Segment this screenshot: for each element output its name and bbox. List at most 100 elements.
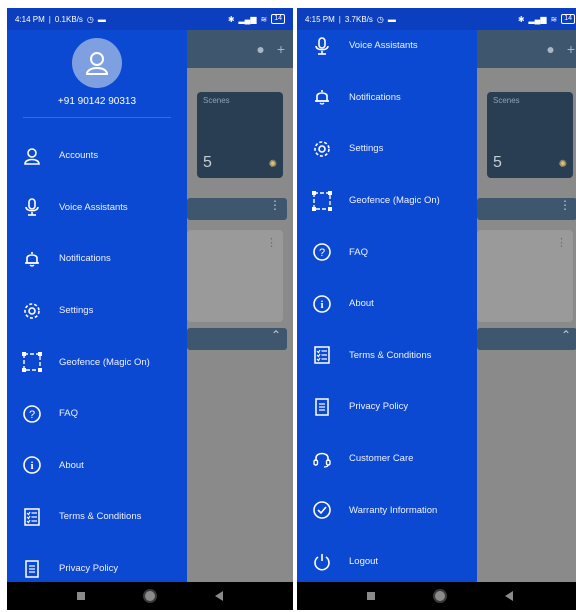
menu-item-label: Geofence (Magic On) bbox=[59, 356, 150, 368]
svg-text:i: i bbox=[320, 299, 323, 311]
background-topbar: ● + bbox=[187, 30, 293, 68]
menu-item-accounts[interactable]: Accounts bbox=[7, 130, 187, 182]
phone-number: +91 90142 90313 bbox=[57, 96, 137, 107]
user-icon bbox=[82, 48, 112, 78]
menu-item-label: Privacy Policy bbox=[349, 401, 409, 413]
menu-item-notifications[interactable]: Notifications bbox=[297, 72, 477, 124]
background-bar: ⋮ bbox=[187, 198, 287, 220]
menu-item-customer-care[interactable]: Customer Care bbox=[297, 433, 477, 485]
menu-item-label: Customer Care bbox=[349, 453, 414, 465]
menu-item-settings[interactable]: Settings bbox=[297, 123, 477, 175]
menu-item-about[interactable]: i About bbox=[7, 440, 187, 492]
menu-item-notifications[interactable]: Notifications bbox=[7, 233, 187, 285]
background-bar: ⌃ bbox=[187, 328, 287, 350]
scenes-label: Scenes bbox=[493, 96, 520, 105]
gear-icon bbox=[311, 138, 333, 160]
signal-icon: ▂▄▆ bbox=[238, 14, 257, 24]
checklist-icon bbox=[311, 344, 333, 366]
menu-item-logout[interactable]: Logout bbox=[297, 536, 477, 588]
badge-check-icon bbox=[311, 499, 333, 521]
android-nav-bar bbox=[7, 582, 293, 610]
back-button[interactable] bbox=[505, 591, 513, 601]
background-topbar: ● + bbox=[477, 30, 576, 68]
menu-item-label: About bbox=[349, 298, 374, 310]
menu-item-faq[interactable]: ? FAQ bbox=[297, 226, 477, 278]
menu-item-about[interactable]: i About bbox=[297, 278, 477, 330]
menu-item-terms-conditions[interactable]: Terms & Conditions bbox=[7, 491, 187, 543]
menu-item-terms-conditions[interactable]: Terms & Conditions bbox=[297, 330, 477, 382]
geofence-icon bbox=[311, 190, 333, 212]
drawer-menu: Voice Assistants Notifications Settings Geo… bbox=[297, 20, 477, 588]
info-icon: i bbox=[21, 454, 43, 476]
home-button[interactable] bbox=[435, 591, 445, 601]
menu-item-faq[interactable]: ? FAQ bbox=[7, 388, 187, 440]
menu-item-label: Logout bbox=[349, 556, 379, 568]
menu-item-geofence-magic-on[interactable]: Geofence (Magic On) bbox=[297, 175, 477, 227]
menu-item-geofence-magic-on[interactable]: Geofence (Magic On) bbox=[7, 336, 187, 388]
menu-item-label: Accounts bbox=[59, 150, 99, 162]
scenes-card: Scenes 5 ✺ bbox=[197, 92, 283, 178]
add-icon: + bbox=[566, 41, 575, 57]
back-button[interactable] bbox=[215, 591, 223, 601]
android-nav-bar bbox=[297, 582, 576, 610]
background-panel: ⋮ bbox=[187, 230, 283, 322]
add-icon: + bbox=[276, 41, 285, 57]
status-time: 4:14 PM bbox=[15, 14, 45, 24]
avatar[interactable] bbox=[72, 38, 122, 88]
status-bar: 4:14 PM | 0.1KB/s ◷ ▬ ✱ ▂▄▆ ≋ 14 bbox=[7, 8, 293, 30]
menu-item-settings[interactable]: Settings bbox=[7, 285, 187, 337]
geofence-icon bbox=[21, 351, 43, 373]
gear-icon bbox=[21, 300, 43, 322]
menu-item-label: Geofence (Magic On) bbox=[349, 195, 440, 207]
bell-icon: ● bbox=[546, 41, 555, 57]
question-icon: ? bbox=[311, 241, 333, 263]
background-app-overlay[interactable]: ● + Scenes 5 ✺ ⋮ ⋮ ⌃ bbox=[477, 30, 576, 582]
menu-item-privacy-policy[interactable]: Privacy Policy bbox=[297, 381, 477, 433]
scenes-label: Scenes bbox=[203, 96, 230, 105]
headset-icon bbox=[311, 448, 333, 470]
user-icon bbox=[21, 145, 43, 167]
wifi-icon: ≋ bbox=[260, 14, 268, 24]
sun-icon: ✺ bbox=[268, 159, 277, 170]
navigation-drawer: Voice Assistants Notifications Settings Geo… bbox=[297, 30, 477, 582]
scenes-count: 5 bbox=[203, 154, 212, 171]
document-icon bbox=[311, 396, 333, 418]
menu-item-label: Privacy Policy bbox=[59, 563, 119, 575]
menu-item-voice-assistants[interactable]: Voice Assistants bbox=[7, 182, 187, 234]
scenes-count: 5 bbox=[493, 154, 502, 171]
menu-item-label: Voice Assistants bbox=[349, 40, 418, 52]
message-icon: ▬ bbox=[97, 14, 106, 24]
bell-icon: ● bbox=[256, 41, 265, 57]
profile-header: +91 90142 90313 bbox=[7, 30, 187, 120]
recents-button[interactable] bbox=[77, 592, 85, 600]
menu-item-label: Voice Assistants bbox=[59, 201, 128, 213]
bluetooth-icon: ✱ bbox=[517, 14, 525, 24]
bell-icon bbox=[311, 86, 333, 108]
scenes-card: Scenes 5 ✺ bbox=[487, 92, 573, 178]
background-bar: ⌃ bbox=[477, 328, 576, 350]
divider bbox=[23, 117, 171, 118]
menu-item-warranty-information[interactable]: Warranty Information bbox=[297, 484, 477, 536]
signal-icon: ▂▄▆ bbox=[528, 14, 547, 24]
network-speed: 0.1KB/s bbox=[54, 14, 83, 24]
menu-item-label: Settings bbox=[349, 143, 384, 155]
menu-item-label: About bbox=[59, 459, 84, 471]
drawer-menu: Accounts Voice Assistants Notifications Set… bbox=[7, 130, 187, 594]
menu-item-voice-assistants[interactable]: Voice Assistants bbox=[297, 20, 477, 72]
svg-text:?: ? bbox=[29, 409, 35, 421]
document-icon bbox=[21, 558, 43, 580]
menu-item-label: Notifications bbox=[349, 91, 401, 103]
power-icon bbox=[311, 551, 333, 573]
bluetooth-icon: ✱ bbox=[227, 14, 235, 24]
recents-button[interactable] bbox=[367, 592, 375, 600]
home-button[interactable] bbox=[145, 591, 155, 601]
background-app-overlay[interactable]: ● + Scenes 5 ✺ ⋮ ⋮ ⌃ bbox=[187, 30, 293, 582]
microphone-icon bbox=[311, 35, 333, 57]
navigation-drawer: +91 90142 90313 Accounts Voice Assistants… bbox=[7, 30, 187, 582]
menu-item-label: Terms & Conditions bbox=[59, 511, 142, 523]
menu-item-label: FAQ bbox=[349, 246, 369, 258]
battery-icon: 14 bbox=[561, 14, 575, 24]
alarm-icon: ◷ bbox=[86, 14, 94, 24]
wifi-icon: ≋ bbox=[550, 14, 558, 24]
right-phone-screen: 4:15 PM | 3.7KB/s ◷ ▬ ✱ ▂▄▆ ≋ 14 ● + Sce… bbox=[297, 8, 576, 610]
